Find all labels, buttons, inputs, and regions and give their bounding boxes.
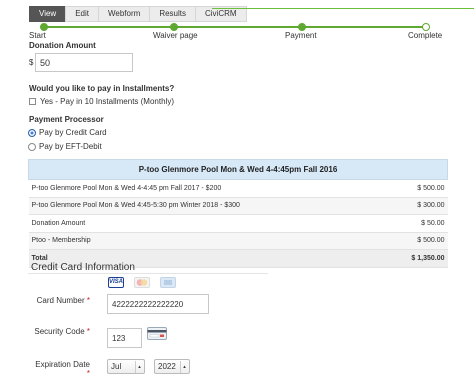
line-item-amount: $ 500.00 xyxy=(382,179,448,198)
radio-eft-debit[interactable] xyxy=(28,143,36,151)
table-row: P-too Glenmore Pool Mon & Wed 4:45-5:30 … xyxy=(28,197,448,215)
chevron-updown-icon: ▴ xyxy=(180,361,188,373)
line-item-desc: P-too Glenmore Pool Mon & Wed 4:45-5:30 … xyxy=(28,197,383,215)
line-item-amount: $ 50.00 xyxy=(382,214,448,233)
currency-symbol: $ xyxy=(29,58,34,67)
table-row: Donation Amount $ 50.00 xyxy=(28,214,448,233)
table-row: P-too Glenmore Pool Mon & Wed 4-4:45 pm … xyxy=(28,179,448,198)
security-code-label-text: Security Code xyxy=(34,327,85,336)
donation-amount-label: Donation Amount xyxy=(29,41,96,50)
tab-edit[interactable]: Edit xyxy=(65,6,99,22)
visa-card-text: VISA xyxy=(109,279,124,285)
required-mark: * xyxy=(86,296,90,305)
expiration-year-value: 2022 xyxy=(158,362,176,371)
line-items-table: P-too Glenmore Pool Mon & Wed 4-4:45pm F… xyxy=(28,159,448,268)
donation-amount-input[interactable]: 50 xyxy=(35,53,133,72)
installments-question: Would you like to pay in Installments? xyxy=(29,84,175,93)
expiration-month-select[interactable]: Jul ▴ xyxy=(107,359,145,374)
line-items-title: P-too Glenmore Pool Mon & Wed 4-4:45pm F… xyxy=(28,159,448,180)
card-number-input[interactable]: 4222222222222220 xyxy=(107,294,209,314)
required-mark: * xyxy=(86,369,90,378)
expiration-month-value: Jul xyxy=(111,362,122,371)
expiration-year-select[interactable]: 2022 ▴ xyxy=(154,359,190,374)
expiration-date-label: Expiration Date * xyxy=(30,360,90,378)
progress-step-dot xyxy=(40,23,48,31)
progress-step-complete: Complete xyxy=(408,31,443,40)
top-rule xyxy=(212,8,474,9)
required-mark: * xyxy=(86,327,90,336)
progress-step-start: Start xyxy=(29,31,46,40)
progress-step-dot xyxy=(422,23,430,31)
security-code-input[interactable]: 123 xyxy=(107,328,142,348)
radio-eft-debit-label: Pay by EFT-Debit xyxy=(39,142,102,151)
visa-card-icon: VISA xyxy=(108,277,124,288)
line-item-amount: $ 500.00 xyxy=(382,232,448,250)
radio-credit-card-label: Pay by Credit Card xyxy=(39,128,107,137)
cvv-card-icon xyxy=(147,327,167,340)
expiration-date-label-text: Expiration Date xyxy=(35,360,90,369)
progress-step-waiver: Waiver page xyxy=(153,31,198,40)
line-item-desc: P-too Glenmore Pool Mon & Wed 4-4:45 pm … xyxy=(28,179,383,198)
progress-line xyxy=(42,26,426,28)
payment-processor-label: Payment Processor xyxy=(29,115,104,124)
installments-option-label: Yes - Pay in 10 Installments (Monthly) xyxy=(40,97,174,106)
card-number-label-text: Card Number xyxy=(36,296,85,305)
tab-results[interactable]: Results xyxy=(149,6,196,22)
installments-checkbox[interactable] xyxy=(29,98,36,105)
chevron-updown-icon: ▴ xyxy=(135,361,143,373)
table-row: Ptoo - Membership $ 500.00 xyxy=(28,232,448,250)
line-item-desc: Donation Amount xyxy=(28,214,383,233)
card-number-label: Card Number * xyxy=(30,296,90,305)
tab-webform[interactable]: Webform xyxy=(98,6,151,22)
tab-view[interactable]: View xyxy=(29,6,67,22)
total-amount: $ 1,350.00 xyxy=(382,249,448,268)
mastercard-icon xyxy=(134,277,150,288)
radio-credit-card[interactable] xyxy=(28,129,36,137)
progress-step-dot xyxy=(170,23,178,31)
credit-card-section-title: Credit Card Information xyxy=(31,262,135,273)
progress-step-dot xyxy=(298,23,306,31)
progress-step-payment: Payment xyxy=(285,31,317,40)
line-item-amount: $ 300.00 xyxy=(382,197,448,215)
security-code-label: Security Code * xyxy=(30,327,90,336)
section-divider xyxy=(28,273,268,274)
line-item-desc: Ptoo - Membership xyxy=(28,232,383,250)
amex-card-icon xyxy=(160,277,176,288)
